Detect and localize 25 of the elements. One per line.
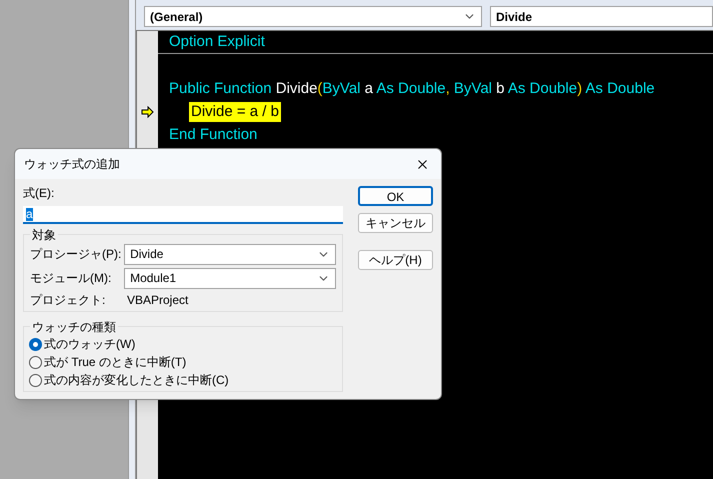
code-line: End Function (168, 124, 258, 144)
module-dropdown[interactable]: Module1 (124, 268, 336, 288)
dialog-title: ウォッチ式の追加 (24, 156, 120, 173)
field-label: プロシージャ(P): (30, 246, 122, 263)
dialog-button[interactable]: ヘルプ(H) (358, 250, 433, 270)
radio-option[interactable]: 式が True のときに中断(T) (29, 353, 342, 371)
group-title: 対象 (30, 226, 58, 244)
expression-label: 式(E): (23, 185, 56, 202)
object-dropdown[interactable]: (General) (144, 6, 482, 27)
group-title: ウォッチの種類 (30, 318, 118, 336)
dialog-button[interactable]: キャンセル (358, 213, 433, 233)
radio-button[interactable] (29, 338, 42, 350)
project-name: VBAProject (126, 292, 188, 309)
radio-option[interactable]: 式のウォッチ(W) (29, 335, 342, 353)
procedure-dropdown[interactable]: Divide (490, 6, 713, 27)
field-label: プロジェクト: (30, 292, 106, 309)
radio-button[interactable] (29, 374, 42, 386)
dialog-button[interactable]: OK (358, 186, 433, 206)
field-label: モジュール(M): (30, 270, 112, 287)
code-line: Public Function Divide(ByVal a As Double, ByVal b As Double) As Double (168, 78, 656, 98)
radio-option[interactable]: 式の内容が変化したときに中断(C) (29, 371, 342, 389)
radio-button[interactable] (29, 356, 42, 368)
expression-field[interactable]: a (23, 206, 343, 224)
code-line: Option Explicit (158, 31, 713, 54)
procedure-dropdown[interactable]: Divide (124, 244, 336, 264)
